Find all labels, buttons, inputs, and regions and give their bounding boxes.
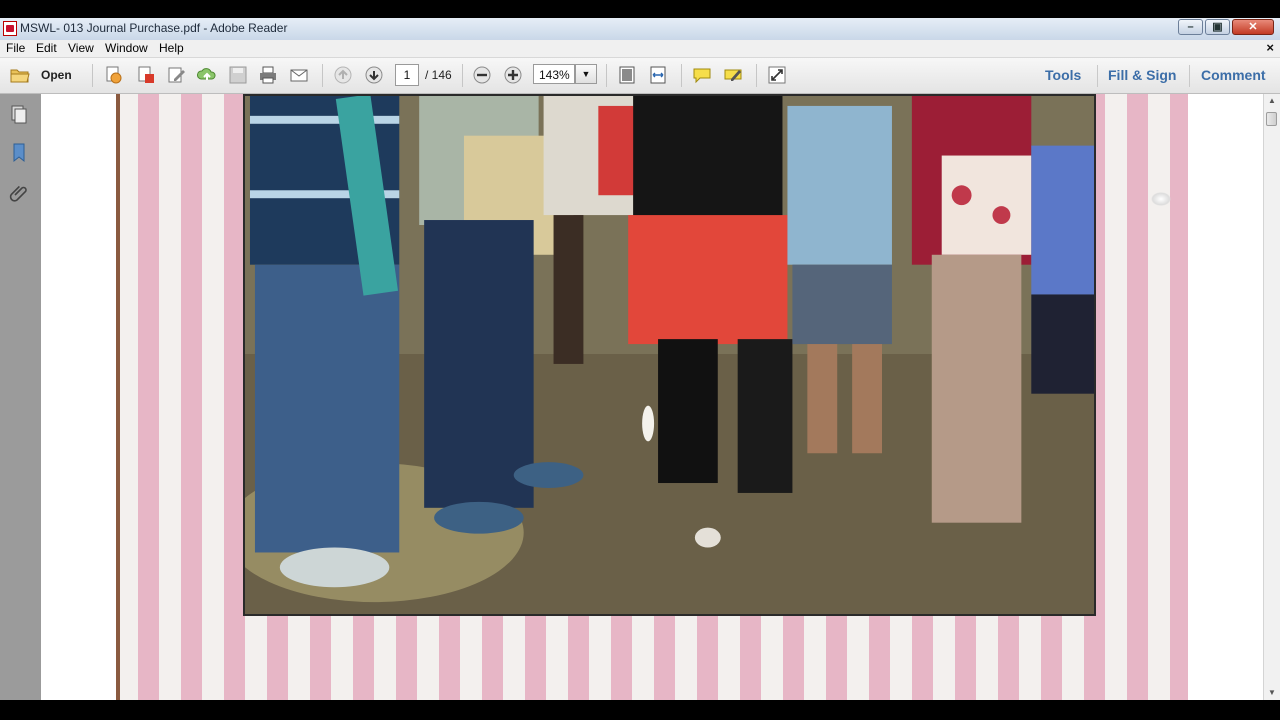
- previous-page-icon[interactable]: [333, 65, 353, 85]
- close-icon: ✕: [1248, 21, 1258, 33]
- comment-bubble-icon[interactable]: [692, 65, 712, 85]
- toolbar-separator: [1189, 65, 1190, 87]
- close-button[interactable]: ✕: [1232, 19, 1274, 35]
- print-icon[interactable]: [258, 65, 278, 85]
- export-pdf-icon[interactable]: [136, 65, 156, 85]
- fit-width-icon[interactable]: [648, 65, 668, 85]
- navigation-pane: [0, 94, 42, 700]
- page-scuff-mark: [1151, 192, 1171, 206]
- create-pdf-icon[interactable]: [104, 65, 124, 85]
- menu-bar: File Edit View Window Help ×: [0, 40, 1280, 58]
- vertical-scrollbar[interactable]: ▲ ▼: [1263, 94, 1280, 700]
- menu-edit[interactable]: Edit: [36, 41, 57, 55]
- page-photo-crowd: [243, 94, 1096, 616]
- expand-icon[interactable]: [767, 65, 787, 85]
- letterbox-bottom: [0, 700, 1280, 720]
- minimize-button[interactable]: –: [1178, 19, 1203, 35]
- menu-file[interactable]: File: [6, 41, 25, 55]
- bookmarks-icon[interactable]: [9, 142, 29, 164]
- page-count: / 146: [425, 68, 452, 82]
- minimize-icon: –: [1187, 21, 1194, 33]
- fit-page-icon[interactable]: [617, 65, 637, 85]
- save-icon[interactable]: [228, 65, 248, 85]
- close-document-icon[interactable]: ×: [1266, 40, 1274, 55]
- toolbar: Open 1 / 146 143% ▼ Tools Fill & Sign Co…: [0, 58, 1280, 94]
- edit-pdf-icon[interactable]: [166, 65, 186, 85]
- document-view[interactable]: [41, 94, 1263, 700]
- letterbox-top: [0, 0, 1280, 18]
- page-thumbnails-icon[interactable]: [9, 104, 29, 126]
- menu-help[interactable]: Help: [159, 41, 184, 55]
- toolbar-separator: [462, 64, 463, 87]
- attachments-icon[interactable]: [9, 182, 29, 204]
- toolbar-separator: [322, 64, 323, 87]
- toolbar-separator: [606, 64, 607, 87]
- scrollbar-thumb[interactable]: [1266, 112, 1277, 126]
- menu-window[interactable]: Window: [105, 41, 148, 55]
- menu-view[interactable]: View: [68, 41, 94, 55]
- title-bar: MSWL- 013 Journal Purchase.pdf - Adobe R…: [0, 18, 1280, 41]
- toolbar-separator: [681, 64, 682, 87]
- adobe-reader-icon: [3, 21, 17, 36]
- fill-sign-pane-button[interactable]: Fill & Sign: [1108, 67, 1176, 83]
- email-icon[interactable]: [289, 65, 309, 85]
- toolbar-separator: [92, 64, 93, 87]
- toolbar-separator: [756, 64, 757, 87]
- maximize-icon: ▣: [1212, 21, 1223, 33]
- toolbar-separator: [1097, 65, 1098, 87]
- zoom-in-icon[interactable]: [503, 65, 523, 85]
- zoom-out-icon[interactable]: [472, 65, 492, 85]
- scroll-up-icon[interactable]: ▲: [1265, 95, 1279, 107]
- open-button[interactable]: Open: [41, 68, 72, 82]
- page-edge-shadow: [116, 94, 120, 700]
- page-number-input[interactable]: 1: [395, 64, 419, 86]
- tools-pane-button[interactable]: Tools: [1045, 67, 1081, 83]
- folder-open-icon[interactable]: [10, 65, 30, 85]
- chevron-down-icon: ▼: [581, 69, 591, 79]
- window-controls: – ▣ ✕: [1176, 19, 1274, 37]
- zoom-level-input[interactable]: 143%: [533, 64, 575, 84]
- window-title: MSWL- 013 Journal Purchase.pdf - Adobe R…: [20, 21, 288, 35]
- zoom-dropdown-button[interactable]: ▼: [575, 64, 597, 84]
- scroll-down-icon[interactable]: ▼: [1265, 687, 1279, 699]
- upload-cloud-icon[interactable]: [197, 65, 217, 85]
- comment-pane-button[interactable]: Comment: [1201, 67, 1266, 83]
- next-page-icon[interactable]: [364, 65, 384, 85]
- highlight-icon[interactable]: [723, 65, 743, 85]
- maximize-button[interactable]: ▣: [1205, 19, 1230, 35]
